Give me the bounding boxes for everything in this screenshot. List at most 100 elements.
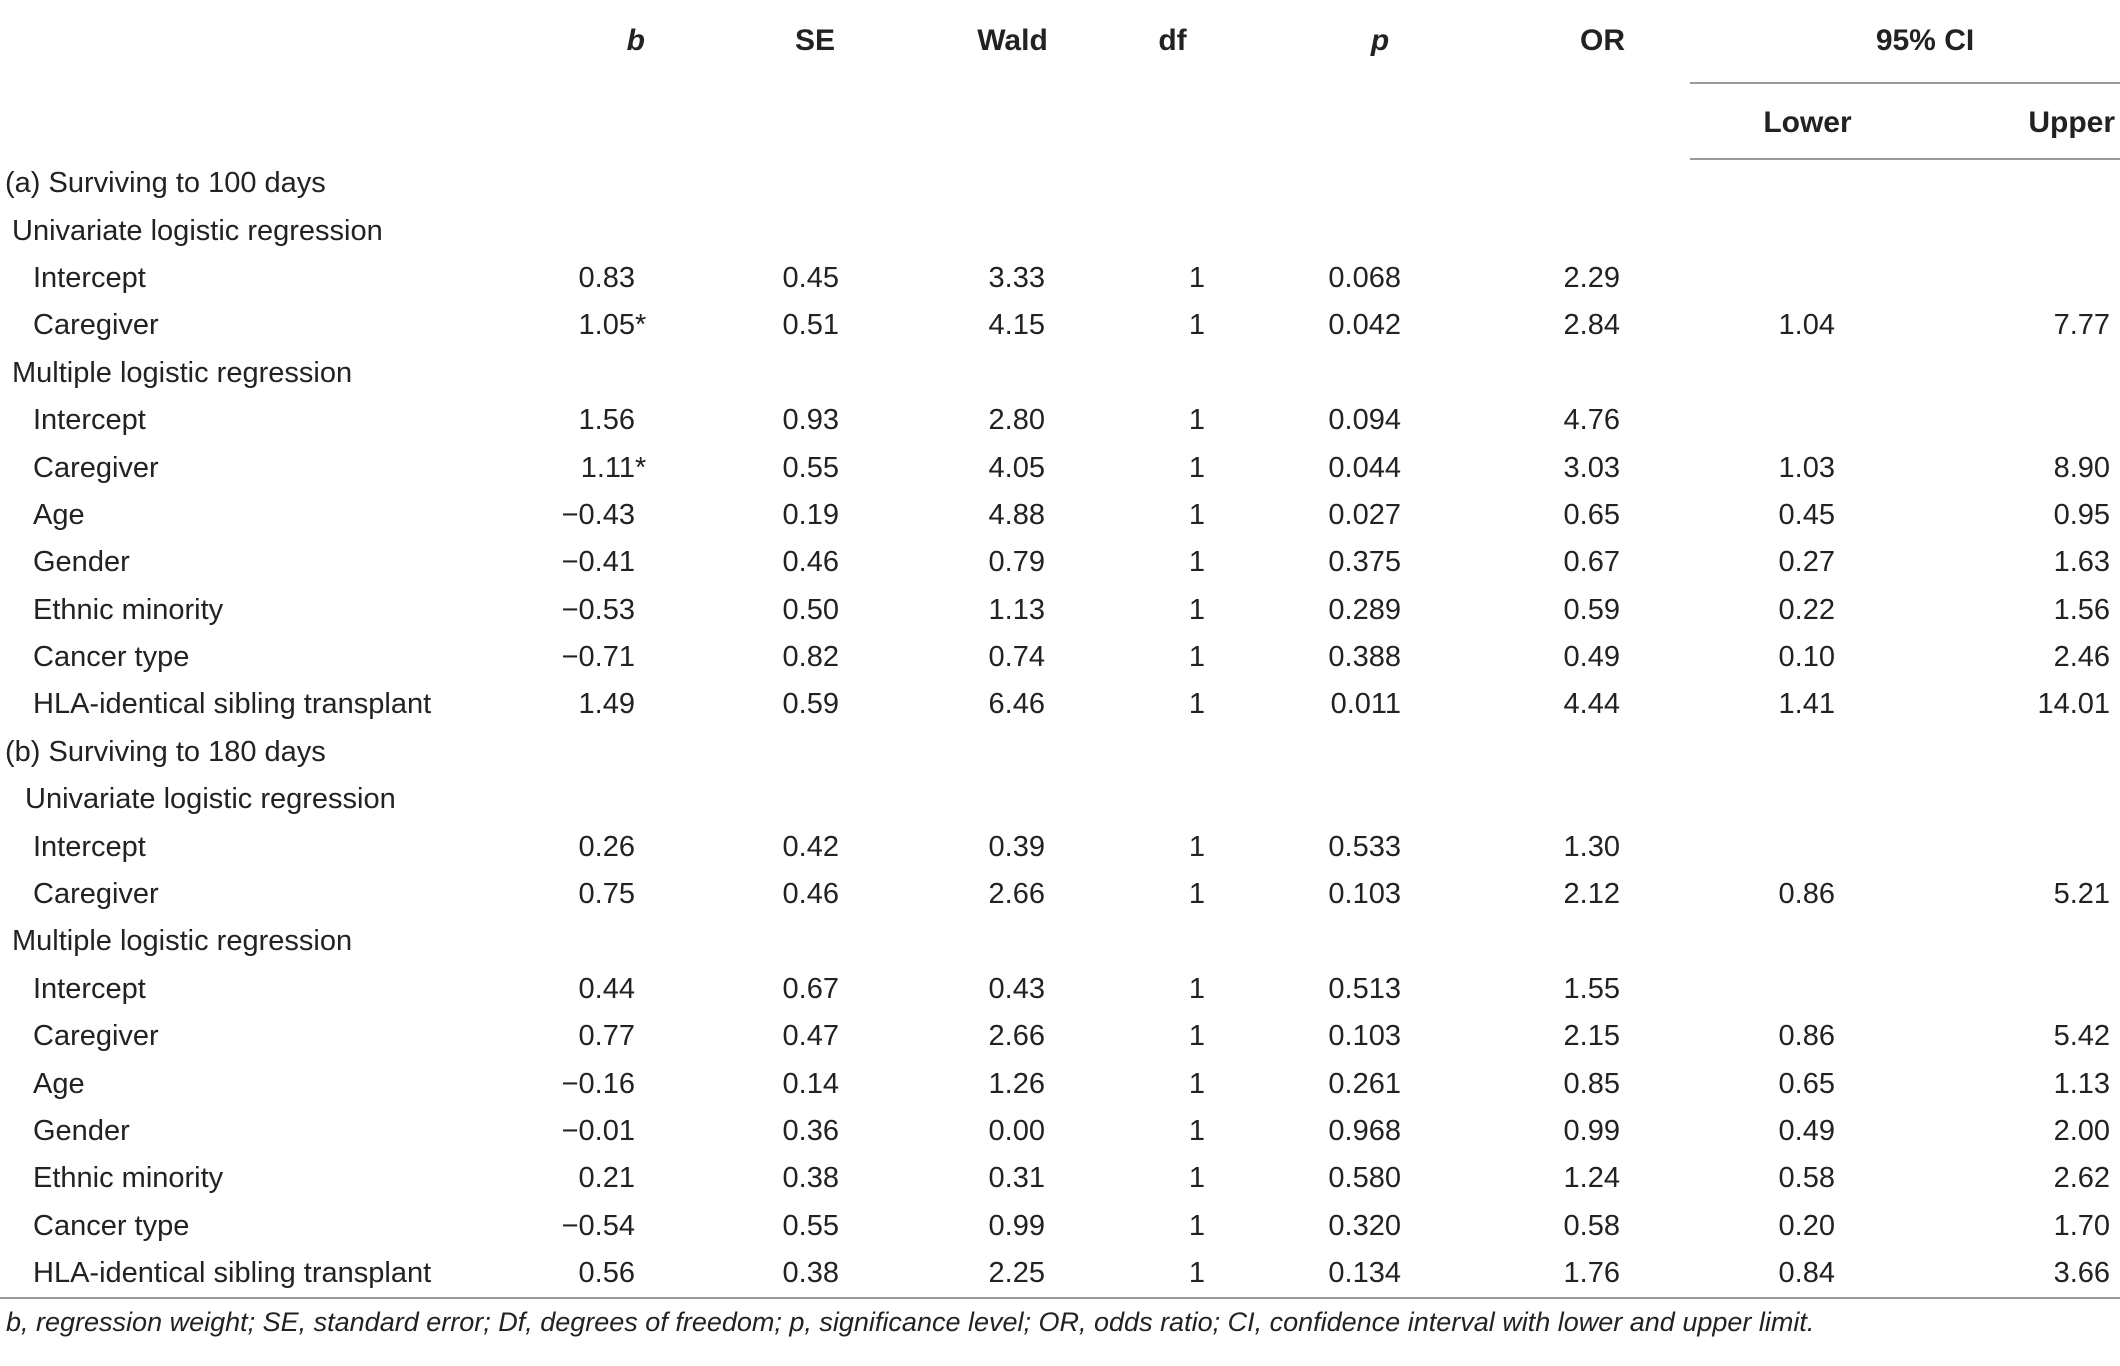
cell-upper: 5.21 <box>2053 878 2111 911</box>
cell-upper: 0.95 <box>2053 498 2111 531</box>
section-row: Multiple logistic regression <box>0 918 2120 965</box>
empty-cell <box>1110 729 1275 776</box>
header-blank <box>0 0 540 159</box>
section-label: (b) Surviving to 180 days <box>5 735 326 768</box>
cell-p: 0.533 <box>1328 830 1401 863</box>
header-p: p <box>1370 24 1390 57</box>
empty-cell <box>695 350 895 397</box>
row-label: HLA-identical sibling transplant <box>33 688 432 721</box>
cell-lower: 0.86 <box>1778 878 1835 911</box>
cell-p: 0.042 <box>1328 309 1401 342</box>
table-row: Caregiver 1.11* 0.55 4.05 1 0.044 3.03 1.03 8.90 <box>0 444 2120 491</box>
cell-df: 1 <box>1188 404 1205 437</box>
section-label: Multiple logistic regression <box>12 356 353 389</box>
header-se: SE <box>794 24 836 57</box>
empty-cell <box>1690 776 1905 823</box>
cell-p: 0.027 <box>1328 498 1401 531</box>
cell-b: −0.41 <box>540 539 695 586</box>
cell-df: 1 <box>1188 688 1205 721</box>
cell-se: 0.55 <box>782 1209 839 1242</box>
cell-se: 0.38 <box>695 1249 895 1300</box>
cell-lower: 0.58 <box>1778 1162 1835 1195</box>
cell-se: 0.55 <box>782 451 839 484</box>
section-row: (a) Surviving to 100 days <box>0 159 2120 207</box>
header-ci: 95% CI <box>1875 24 1975 57</box>
empty-cell <box>1690 918 1905 965</box>
cell-wald: 0.99 <box>988 1209 1045 1242</box>
empty-cell <box>695 776 895 823</box>
cell-df: 1 <box>1188 1115 1205 1147</box>
cell-wald: 0.39 <box>988 830 1045 863</box>
row-label: Caregiver <box>33 1020 159 1053</box>
cell-b-value: −0.41 <box>561 546 635 579</box>
empty-cell <box>1905 729 2120 776</box>
empty-cell <box>1495 776 1690 823</box>
cell-p: 0.103 <box>1328 1020 1401 1053</box>
empty-cell <box>540 207 695 254</box>
cell-upper: 1.63 <box>2053 546 2111 579</box>
section-label: (a) Surviving to 100 days <box>5 166 326 199</box>
cell-df: 1 <box>1188 1209 1205 1242</box>
section-label: Multiple logistic regression <box>12 925 353 958</box>
empty-cell <box>895 350 1110 397</box>
cell-p: 0.289 <box>1328 593 1401 626</box>
cell-se: 0.82 <box>782 641 839 674</box>
cell-b-value: −0.01 <box>561 1115 635 1147</box>
cell-se: 0.42 <box>782 830 839 863</box>
empty-cell <box>1275 918 1495 965</box>
row-label: Caregiver <box>33 451 159 484</box>
row-label: Age <box>33 1067 85 1100</box>
cell-wald: 2.66 <box>988 878 1045 911</box>
empty-cell <box>695 729 895 776</box>
cell-lower: 0.84 <box>1690 1249 1905 1300</box>
cell-upper: 2.00 <box>2053 1115 2111 1147</box>
cell-wald: 2.80 <box>988 404 1045 437</box>
cell-b: 0.83 <box>540 255 695 302</box>
table-row: Cancer type −0.71 0.82 0.74 1 0.388 0.49 0.10 2.… <box>0 634 2120 681</box>
cell-wald: 2.25 <box>895 1249 1110 1300</box>
cell-b: −0.01 <box>540 1108 695 1155</box>
cell-wald: 3.33 <box>988 261 1045 294</box>
cell-p: 0.580 <box>1328 1162 1401 1195</box>
cell-wald: 0.74 <box>988 641 1045 674</box>
cell-wald: 6.46 <box>988 688 1045 721</box>
empty-cell <box>1110 350 1275 397</box>
cell-or: 0.65 <box>1563 498 1620 531</box>
empty-cell <box>695 918 895 965</box>
cell-lower: 1.41 <box>1778 688 1835 721</box>
cell-upper <box>1905 823 2120 870</box>
cell-df: 1 <box>1188 1067 1205 1100</box>
empty-cell <box>1905 350 2120 397</box>
cell-se: 0.19 <box>782 498 839 531</box>
cell-or: 2.15 <box>1563 1020 1620 1053</box>
table-row: Gender −0.01 0.36 0.00 1 0.968 0.99 0.49 2.00 <box>0 1108 2120 1155</box>
table-row: Age −0.43 0.19 4.88 1 0.027 0.65 0.45 0.95 <box>0 492 2120 539</box>
cell-df: 1 <box>1188 972 1205 1005</box>
cell-or: 4.76 <box>1563 404 1620 437</box>
cell-wald: 4.15 <box>988 309 1045 342</box>
cell-df: 1 <box>1188 593 1205 626</box>
cell-b: −0.43 <box>540 492 695 539</box>
cell-df: 1 <box>1188 261 1205 294</box>
empty-cell <box>1275 159 1495 207</box>
cell-p: 0.094 <box>1328 404 1401 437</box>
cell-df: 1 <box>1188 1162 1205 1195</box>
cell-se: 0.50 <box>782 593 839 626</box>
table-body: (a) Surviving to 100 days Univariate logi… <box>0 159 2120 1300</box>
cell-wald: 4.05 <box>988 451 1045 484</box>
section-row: Univariate logistic regression <box>0 776 2120 823</box>
cell-or: 2.12 <box>1563 878 1620 911</box>
section-row: Univariate logistic regression <box>0 207 2120 254</box>
cell-p: 0.968 <box>1328 1115 1401 1147</box>
cell-upper <box>1905 397 2120 444</box>
cell-p: 0.388 <box>1328 641 1401 674</box>
header-df: df <box>1158 24 1187 57</box>
cell-upper: 14.01 <box>2037 688 2111 721</box>
empty-cell <box>1905 159 2120 207</box>
cell-b: 0.21 <box>540 1155 695 1202</box>
cell-df: 1 <box>1188 451 1205 484</box>
empty-cell <box>895 918 1110 965</box>
cell-se: 0.45 <box>782 261 839 294</box>
cell-wald: 0.31 <box>988 1162 1045 1195</box>
cell-lower: 0.45 <box>1778 498 1835 531</box>
